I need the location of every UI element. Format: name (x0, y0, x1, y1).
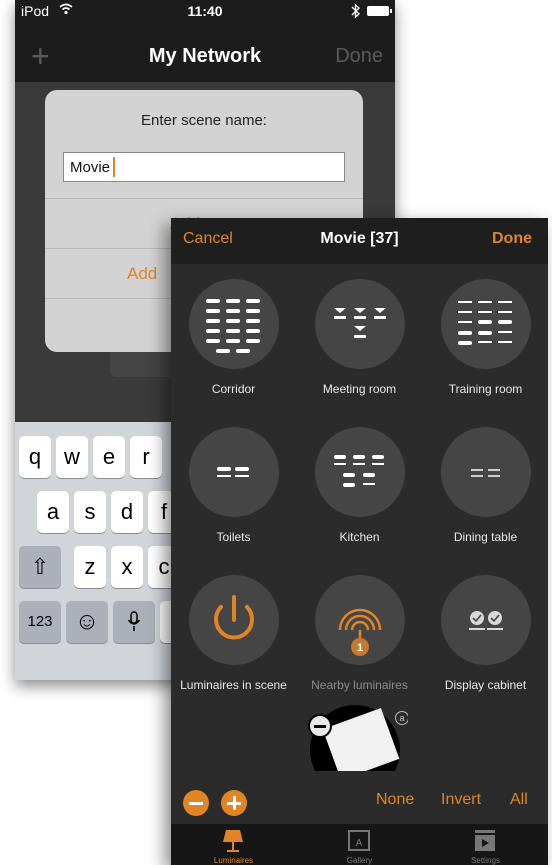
tab-luminaires[interactable]: Luminaires (171, 824, 296, 865)
tile-label: Dining table (453, 530, 518, 544)
microphone-icon (127, 611, 141, 631)
tile-toilets[interactable]: Toilets (171, 427, 296, 567)
tile-luminaires-in-scene[interactable]: Luminaires in scene (171, 575, 296, 715)
key-r[interactable]: r (130, 436, 162, 478)
back-nav-bar: + My Network Done (15, 40, 395, 76)
selection-toolbar: None Invert All (171, 788, 548, 818)
minus-icon (189, 802, 203, 805)
select-all-button[interactable]: All (510, 791, 528, 809)
tab-bar: Luminaires A Gallery Settings (171, 824, 548, 865)
status-time: 11:40 (187, 3, 223, 19)
zoom-slider-thumbnail[interactable]: a (308, 701, 408, 771)
key-x[interactable]: x (111, 546, 143, 588)
tile-label: Corridor (211, 382, 256, 396)
key-q[interactable]: q (19, 436, 51, 478)
settings-icon (475, 830, 495, 851)
scene-done-button[interactable]: Done (492, 230, 532, 248)
zoom-out-button[interactable] (183, 790, 209, 816)
zoom-in-button[interactable] (221, 790, 247, 816)
tile-training-room[interactable]: Training room (423, 279, 548, 419)
tile-label: Meeting room (322, 382, 397, 396)
tab-label: Luminaires (213, 856, 254, 865)
tile-label: Nearby luminaires (311, 678, 408, 692)
status-bar: iPod 11:40 (15, 0, 395, 22)
emoji-key[interactable]: ☺ (66, 601, 108, 643)
microphone-key[interactable] (113, 601, 155, 643)
power-icon (214, 595, 254, 640)
tile-nearby-luminaires[interactable]: 1 Nearby luminaires (297, 575, 422, 715)
key-d[interactable]: d (111, 491, 143, 533)
scene-name-input[interactable] (63, 152, 345, 182)
gallery-icon: A (348, 830, 370, 851)
toilets-luminaires-icon (217, 467, 249, 477)
dialog-prompt: Enter scene name: (141, 112, 267, 129)
scene-editor-screen: Cancel Movie [37] Done Corridor Meeting … (171, 218, 548, 865)
dining-table-luminaires-icon (471, 469, 500, 477)
meeting-room-luminaires-icon (334, 308, 386, 338)
key-s[interactable]: s (74, 491, 106, 533)
tile-display-cabinet[interactable]: Display cabinet (423, 575, 548, 715)
battery-icon (367, 6, 392, 16)
svg-text:A: A (356, 838, 363, 849)
corridor-luminaires-icon (206, 299, 260, 353)
tile-meeting-room[interactable]: Meeting room (297, 279, 422, 419)
tile-label: Kitchen (339, 530, 380, 544)
key-w[interactable]: w (56, 436, 88, 478)
remove-icon[interactable] (308, 714, 332, 738)
tile-kitchen[interactable]: Kitchen (297, 427, 422, 567)
key-z[interactable]: z (74, 546, 106, 588)
shift-key[interactable]: ⇧ (19, 546, 61, 588)
text-caret (113, 157, 115, 177)
tab-label: Settings (471, 856, 500, 865)
lamp-icon (223, 830, 243, 852)
done-button[interactable]: Done (335, 45, 383, 68)
display-cabinet-icon (469, 611, 503, 630)
key-a[interactable]: a (37, 491, 69, 533)
tab-label: Gallery (346, 856, 373, 865)
kitchen-luminaires-icon (334, 455, 384, 487)
tile-label: Training room (448, 382, 523, 396)
tile-corridor[interactable]: Corridor (171, 279, 296, 419)
tab-gallery[interactable]: A Gallery (297, 824, 422, 865)
tile-label: Toilets (216, 530, 251, 544)
info-icon: a (395, 711, 408, 725)
tab-settings[interactable]: Settings (423, 824, 548, 865)
tile-label: Display cabinet (444, 678, 527, 692)
nearby-count-badge: 1 (357, 642, 363, 654)
invert-selection-button[interactable]: Invert (441, 791, 481, 809)
bluetooth-icon (351, 3, 361, 19)
training-room-luminaires-icon (458, 301, 512, 345)
nearby-signal-icon: 1 (338, 608, 382, 656)
tile-label: Luminaires in scene (180, 678, 287, 692)
scene-nav-bar: Cancel Movie [37] Done (171, 218, 548, 264)
select-none-button[interactable]: None (376, 791, 414, 809)
tile-dining-table[interactable]: Dining table (423, 427, 548, 567)
key-e[interactable]: e (93, 436, 125, 478)
numbers-key[interactable]: 123 (19, 601, 61, 643)
